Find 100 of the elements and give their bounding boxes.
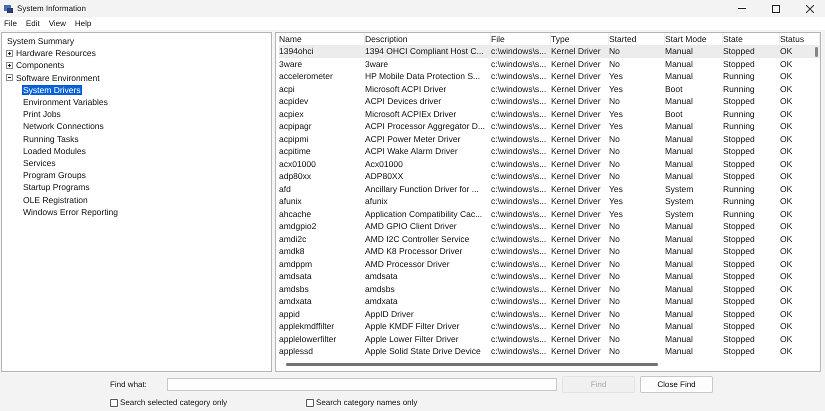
table-cell-text: c:\windows\s... [491, 245, 548, 258]
table-cell-text: appid [279, 308, 301, 320]
table-cell-text: AMD I2C Controller Service [365, 232, 470, 245]
table-cell-text: ACPI Power Meter Driver [365, 132, 462, 145]
table-cell-text: acpidev [279, 95, 310, 108]
menu-item[interactable]: Edit [26, 19, 40, 28]
close-find-button[interactable]: Close Find [640, 376, 713, 393]
table-cell-text: OK [780, 170, 794, 182]
table-cell-text: Yes [609, 208, 624, 220]
table-cell-text: c:\windows\s... [491, 132, 548, 145]
tree-item[interactable]: Components [15, 60, 66, 70]
table-cell-text: amdsbs [365, 282, 396, 295]
table-cell-text: c:\windows\s... [491, 195, 548, 208]
table-cell-text: OK [780, 208, 794, 220]
table-cell-text: Yes [609, 108, 624, 120]
table-cell-text: Kernel Driver [551, 95, 602, 108]
table-cell-text: No [609, 132, 621, 145]
table-cell-text: Boot [665, 108, 684, 120]
table-cell: No [609, 45, 665, 58]
table-cell-text: OK [780, 220, 794, 232]
table-cell-text: Stopped [723, 258, 756, 270]
table-cell-text: OK [780, 295, 794, 308]
table-cell-text: Running [723, 108, 756, 120]
close-icon[interactable] [806, 4, 814, 12]
table-cell-text: adp80xx [279, 170, 312, 182]
table-cell-text: c:\windows\s... [491, 320, 548, 332]
table-cell-text: No [609, 295, 621, 308]
table-cell-text: OK [780, 120, 794, 132]
tree-item[interactable]: Hardware Resources [15, 48, 97, 58]
table-cell-text: ACPI Processor Aggregator D... [365, 120, 486, 132]
tree-item[interactable]: Environment Variables [22, 97, 109, 108]
table-cell-text: OK [780, 308, 794, 320]
table-cell-text: OK [780, 232, 794, 245]
expand-icon[interactable] [6, 62, 13, 69]
tree-item[interactable]: OLE Registration [22, 194, 89, 205]
table-cell-text: Manual [665, 132, 694, 145]
table-cell-text: OK [780, 95, 794, 108]
horizontal-scrollbar[interactable] [286, 363, 658, 366]
table-cell-text: Stopped [723, 345, 756, 358]
table-cell-text: Stopped [723, 308, 756, 320]
maximize-icon[interactable] [772, 4, 780, 12]
table-cell-text: afunix [365, 195, 389, 208]
table-cell-text: Manual [665, 58, 694, 70]
table-cell-text: c:\windows\s... [491, 208, 548, 220]
table-cell-text: Kernel Driver [551, 195, 602, 208]
table-cell-text: Apple Solid State Drive Device [365, 345, 482, 358]
table-cell-text: No [609, 58, 621, 70]
table-cell-text: Kernel Driver [551, 320, 602, 332]
vertical-scrollbar[interactable] [815, 47, 818, 57]
checkbox[interactable] [306, 398, 314, 406]
table-cell-text: Kernel Driver [551, 270, 602, 282]
table-cell-text: Manual [665, 295, 694, 308]
tree-item[interactable]: Print Jobs [22, 109, 62, 120]
table-cell-text: amdxata [365, 295, 399, 308]
table-cell-text: Stopped [723, 145, 756, 158]
table-cell-text: Kernel Driver [551, 345, 602, 358]
menu-item[interactable]: File [4, 19, 17, 28]
table-cell-text: Kernel Driver [551, 332, 602, 345]
table-cell-text: Stopped [723, 220, 756, 232]
collapse-icon[interactable] [6, 74, 13, 82]
table-cell-text: OK [780, 270, 794, 282]
table-cell-text: Running [723, 70, 756, 82]
tree-item[interactable]: Software Environment [15, 72, 101, 83]
table-cell: Manual [665, 45, 723, 58]
tree-item[interactable]: Loaded Modules [22, 146, 87, 156]
table-cell: 1394ohci [279, 45, 365, 58]
table-cell-text: Stopped [723, 295, 756, 308]
table-cell: OK [780, 45, 820, 58]
table-cell-text: Manual [665, 95, 694, 108]
table-cell-text: Manual [665, 332, 694, 345]
table-cell-text: acpipmi [279, 132, 310, 145]
table-cell-text: amdsata [279, 270, 313, 282]
find-field[interactable] [167, 378, 557, 391]
table-cell-text: amdppm [279, 258, 314, 270]
tree-item[interactable]: Network Connections [22, 121, 105, 132]
table-cell-text: No [609, 345, 621, 358]
table-cell-text: c:\windows\s... [491, 108, 548, 120]
table-cell-text: OK [780, 320, 794, 332]
table-cell-text: ACPI Wake Alarm Driver [365, 145, 459, 158]
table-cell-text: Manual [665, 320, 694, 332]
table-cell-text: No [609, 158, 621, 170]
tree-item[interactable]: Running Tasks [22, 134, 80, 144]
table-cell-text: Kernel Driver [551, 132, 602, 145]
table-cell-text: OK [780, 132, 794, 145]
table-cell-text: Kernel Driver [551, 120, 602, 132]
tree-item[interactable]: System Summary [6, 36, 76, 46]
expand-icon[interactable] [6, 50, 13, 57]
menu-item[interactable]: Help [74, 19, 92, 28]
checkbox[interactable] [110, 398, 118, 406]
table-cell-text: System [665, 182, 694, 195]
table-cell-text: Manual [665, 258, 694, 270]
tree-item[interactable]: Program Groups [22, 170, 87, 180]
table-cell-text: No [609, 320, 621, 332]
tree-item[interactable]: Windows Error Reporting [22, 206, 119, 217]
app-icon [4, 4, 13, 13]
tree-item[interactable]: System Drivers [22, 84, 82, 95]
menu-item[interactable]: View [48, 19, 66, 28]
tree-item[interactable]: Startup Programs [22, 182, 91, 192]
table-cell-text: c:\windows\s... [491, 58, 548, 70]
tree-item[interactable]: Services [22, 158, 57, 168]
